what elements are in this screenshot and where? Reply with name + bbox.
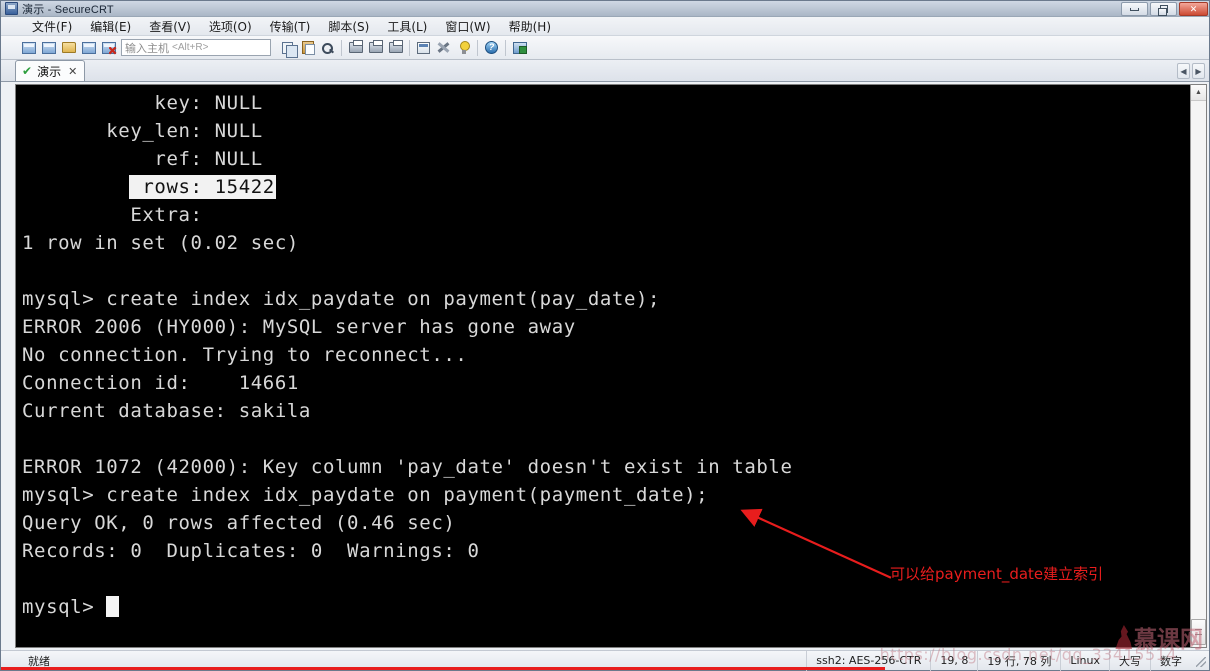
print-icon[interactable] (346, 38, 365, 57)
tab-prev-icon[interactable]: ◀ (1177, 63, 1190, 79)
host-input[interactable]: 输入主机 <Alt+R> (121, 39, 271, 56)
minimize-button[interactable] (1121, 2, 1148, 16)
connect-sftp-icon[interactable] (510, 38, 529, 57)
terminal-line: mysql> (22, 593, 1190, 621)
terminal-line: Connection id: 14661 (22, 372, 299, 394)
global-options-icon[interactable] (434, 38, 453, 57)
tab-navigation: ◀ ▶ (1177, 63, 1205, 79)
terminal-line: ERROR 2006 (HY000): MySQL server has gon… (22, 316, 576, 338)
resize-grip[interactable] (1193, 654, 1207, 668)
menu-transfer[interactable]: 传输(T) (261, 17, 320, 36)
new-session-icon[interactable] (19, 38, 38, 57)
terminal-line: ERROR 1072 (42000): Key column 'pay_date… (22, 456, 793, 478)
restore-button[interactable] (1150, 2, 1177, 16)
find-icon[interactable] (318, 38, 337, 57)
menu-tools[interactable]: 工具(L) (378, 17, 436, 36)
toolbar-separator-2 (409, 39, 410, 56)
menu-window[interactable]: 窗口(W) (436, 17, 499, 36)
terminal-line: Records: 0 Duplicates: 0 Warnings: 0 (22, 540, 480, 562)
host-input-hint: <Alt+R> (172, 42, 209, 53)
menu-file[interactable]: 文件(F) (23, 17, 81, 36)
terminal-line: 1 row in set (0.02 sec) (22, 232, 299, 254)
flame-icon (1115, 625, 1132, 649)
log-session-icon[interactable] (366, 38, 385, 57)
terminal-line: mysql> create index idx_paydate on payme… (22, 288, 661, 310)
annotation-underline (1, 667, 885, 670)
scroll-up-icon[interactable]: ▲ (1191, 85, 1206, 101)
toolbar-separator-4 (505, 39, 506, 56)
session-options-icon[interactable] (414, 38, 433, 57)
close-button[interactable]: ✕ (1179, 2, 1208, 16)
toolbar-separator-3 (477, 39, 478, 56)
menu-script[interactable]: 脚本(S) (319, 17, 378, 36)
green-check-icon: ✔ (22, 64, 33, 78)
toolbar: 输入主机 <Alt+R> ? (1, 36, 1209, 60)
menu-options[interactable]: 选项(O) (200, 17, 261, 36)
toolbar-separator (341, 39, 342, 56)
imooc-watermark-text: 慕课网 (1134, 627, 1203, 653)
terminal-line: No connection. Trying to reconnect... (22, 344, 468, 366)
print-selection-icon[interactable] (386, 38, 405, 57)
terminal-line: Current database: sakila (22, 400, 311, 422)
help-icon[interactable]: ? (482, 38, 501, 57)
terminal-line: key_len: NULL (22, 120, 263, 142)
securecrt-window: 演示 - SecureCRT ✕ 文件(F) 编辑(E) 查看(V) 选项(O)… (0, 0, 1210, 671)
terminal-line: ref: NULL (22, 148, 263, 170)
terminal-line: rows: 15422 (22, 173, 1190, 201)
menu-bar: 文件(F) 编辑(E) 查看(V) 选项(O) 传输(T) 脚本(S) 工具(L… (1, 17, 1209, 36)
clone-session-icon[interactable] (39, 38, 58, 57)
window-controls: ✕ (1121, 1, 1208, 17)
menu-view[interactable]: 查看(V) (140, 17, 200, 36)
new-tab-icon[interactable] (59, 38, 78, 57)
paste-icon[interactable] (298, 38, 317, 57)
securecrt-icon (5, 2, 18, 15)
host-input-label: 输入主机 (125, 42, 169, 55)
menu-help[interactable]: 帮助(H) (500, 17, 560, 36)
title-bar: 演示 - SecureCRT ✕ (1, 1, 1209, 17)
scrollbar-track[interactable] (1191, 101, 1206, 647)
tab-demo[interactable]: ✔ 演示 ✕ (15, 60, 85, 81)
disconnect-icon[interactable] (99, 38, 118, 57)
terminal-selection: rows: 15422 (130, 176, 275, 198)
window-title: 演示 - SecureCRT (22, 3, 114, 16)
copy-icon[interactable] (278, 38, 298, 58)
menu-edit[interactable]: 编辑(E) (81, 17, 140, 36)
terminal-scrollbar[interactable]: ▲ (1190, 84, 1207, 648)
terminal-line: mysql> create index idx_paydate on payme… (22, 484, 709, 506)
terminal-line: Query OK, 0 rows affected (0.46 sec) (22, 512, 456, 534)
terminal-cursor (106, 596, 120, 617)
terminal-line: Extra: (22, 204, 203, 226)
imooc-watermark: 慕课网 (1114, 620, 1203, 654)
tab-close-icon[interactable]: ✕ (68, 65, 77, 78)
annotation-text: 可以给payment_date建立索引 (890, 565, 1104, 583)
tab-label: 演示 (37, 64, 62, 79)
tab-strip: ✔ 演示 ✕ ◀ ▶ (1, 60, 1209, 82)
connect-icon[interactable] (79, 38, 98, 57)
tab-next-icon[interactable]: ▶ (1192, 63, 1205, 79)
terminal-line: key: NULL (22, 92, 263, 114)
highlight-icon[interactable] (454, 38, 473, 57)
